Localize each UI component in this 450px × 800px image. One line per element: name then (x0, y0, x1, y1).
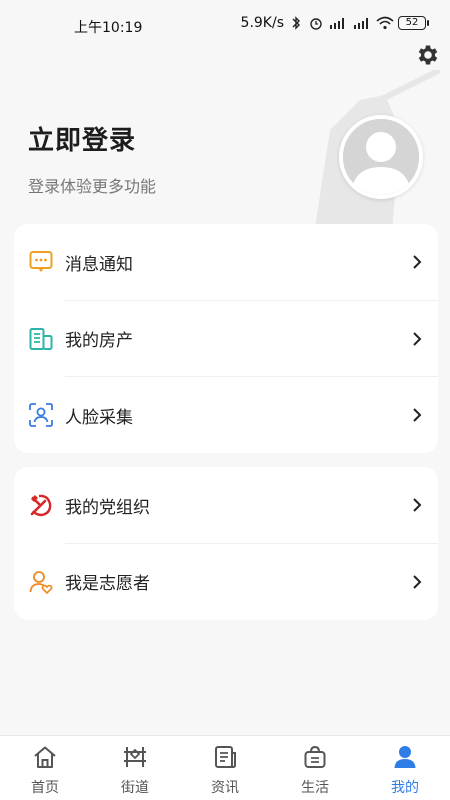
face-scan-icon (29, 403, 53, 428)
bluetooth-icon (292, 16, 300, 30)
menu-item-label: 我的房产 (65, 331, 133, 352)
menu-item-property[interactable]: 我的房产 (14, 301, 438, 377)
tab-news[interactable]: 资讯 (180, 736, 270, 800)
chevron-right-icon (413, 332, 422, 346)
street-icon (124, 747, 146, 767)
tab-home[interactable]: 首页 (0, 736, 90, 800)
avatar[interactable] (339, 115, 423, 199)
tab-life[interactable]: 生活 (270, 736, 360, 800)
tab-label: 资讯 (211, 780, 239, 796)
menu-item-party-org[interactable]: 我的党组织 (14, 467, 438, 544)
tab-label: 我的 (391, 780, 419, 796)
tab-label: 生活 (301, 780, 329, 796)
tab-label: 街道 (121, 780, 149, 796)
default-avatar-icon (343, 119, 419, 195)
bottom-tab-bar: 首页 街道 资讯 生活 我的 (0, 735, 450, 800)
menu-item-label: 我的党组织 (65, 497, 150, 518)
wifi-icon (376, 16, 394, 30)
status-bar: 上午10:19 5.9K/s 52 (0, 0, 450, 52)
login-title[interactable]: 立即登录 (28, 120, 136, 157)
menu-item-volunteer[interactable]: 我是志愿者 (14, 544, 438, 621)
status-icons: 5.9K/s 52 (240, 15, 429, 31)
menu-item-label: 我是志愿者 (65, 574, 150, 595)
party-icon (30, 494, 52, 517)
chevron-right-icon (413, 255, 422, 269)
chevron-right-icon (413, 575, 422, 589)
menu-card-services: 消息通知 我的房产 人脸采集 (14, 224, 438, 453)
signal-hd-1-icon (330, 18, 344, 29)
menu-item-label: 人脸采集 (65, 407, 133, 428)
menu-item-messages[interactable]: 消息通知 (14, 224, 438, 301)
chevron-right-icon (413, 498, 422, 512)
tab-profile[interactable]: 我的 (360, 736, 450, 800)
home-icon (34, 746, 56, 768)
tab-street[interactable]: 街道 (90, 736, 180, 800)
alarm-icon (310, 18, 322, 30)
profile-icon (394, 746, 416, 768)
news-icon (215, 746, 236, 768)
life-icon (304, 745, 326, 768)
battery-indicator: 52 (398, 16, 429, 30)
menu-card-community: 我的党组织 我是志愿者 (14, 467, 438, 620)
tab-label: 首页 (31, 780, 59, 796)
message-icon (29, 251, 53, 273)
network-speed: 5.9K/s (240, 15, 284, 31)
settings-gear-icon[interactable] (415, 42, 441, 68)
signal-hd-2-icon (354, 18, 368, 29)
volunteer-icon (29, 570, 53, 594)
property-icon (29, 327, 53, 350)
menu-item-label: 消息通知 (65, 254, 133, 275)
chevron-right-icon (413, 408, 422, 422)
menu-item-face-capture[interactable]: 人脸采集 (14, 377, 438, 454)
status-time: 上午10:19 (74, 20, 143, 36)
login-subtitle: 登录体验更多功能 (28, 177, 157, 196)
